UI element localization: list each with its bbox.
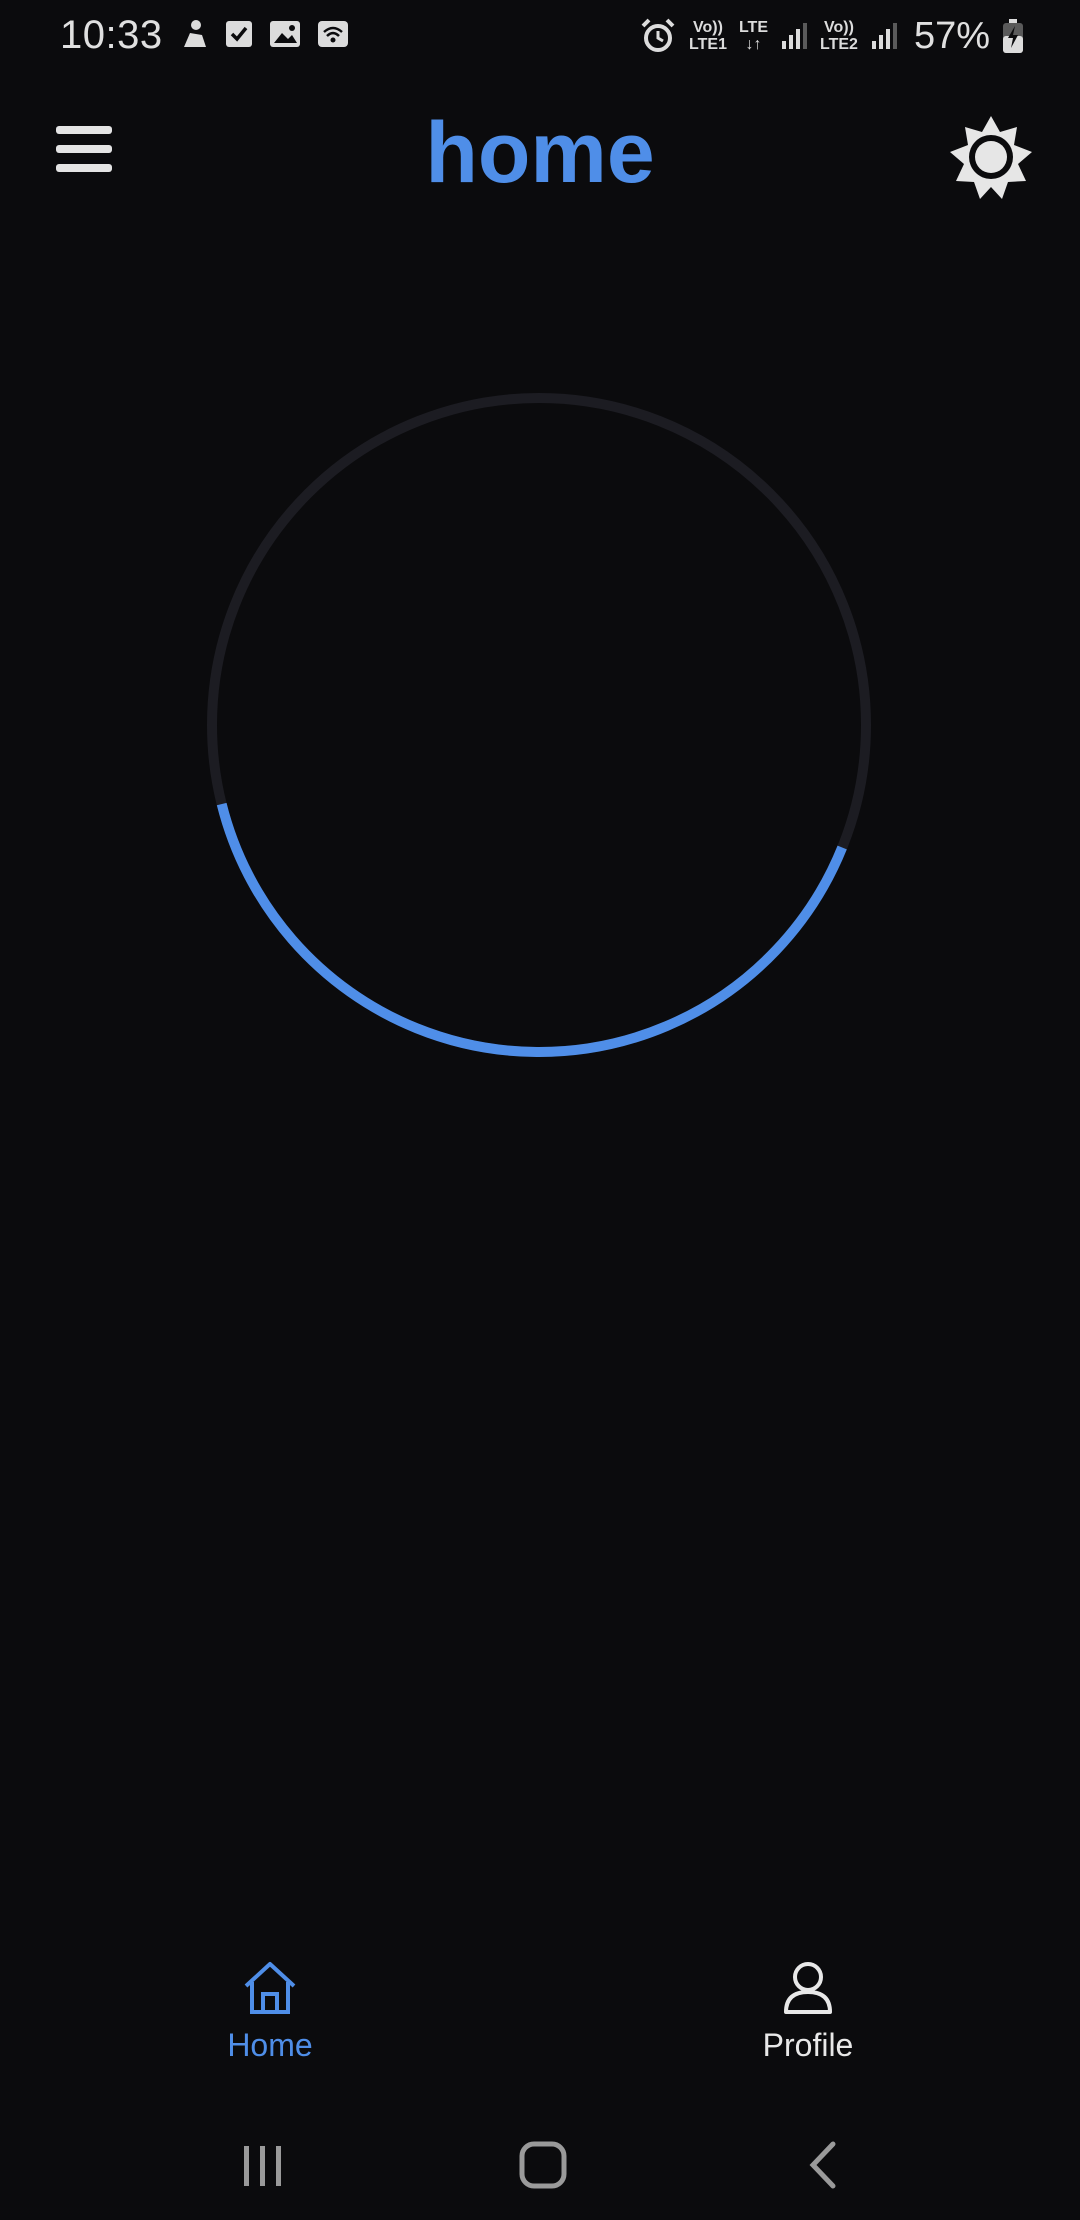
sun-theme-icon (950, 116, 1032, 199)
sim1-label: Vo)) LTE1 (689, 19, 727, 53)
battery-charging-icon (1003, 19, 1023, 53)
status-bar: 10:33 Vo)) LTE1 LTE ↓↑ Vo)) LTE2 57% (0, 0, 1080, 70)
nav-item-home[interactable]: Home (160, 1960, 380, 2080)
recents-button[interactable] (222, 2130, 302, 2200)
notification-app-icon (184, 20, 206, 47)
image-icon (270, 21, 300, 47)
status-right: Vo)) LTE1 LTE ↓↑ Vo)) LTE2 57% (639, 12, 1024, 60)
status-left-icons (178, 14, 350, 54)
checkbox-icon (226, 21, 252, 47)
back-icon (809, 2141, 836, 2189)
bottom-navigation: Home Profile (0, 1960, 1080, 2080)
sim1-bottom: LTE1 (689, 36, 727, 53)
alarm-icon (641, 18, 675, 52)
home-button-icon (519, 2141, 567, 2189)
sim2-bottom: LTE2 (820, 36, 858, 53)
lte-top: LTE (738, 19, 768, 36)
progress-ring (204, 390, 874, 1060)
app-screen: 10:33 Vo)) LTE1 LTE ↓↑ Vo)) LTE2 57% hom… (0, 0, 1080, 2220)
nav-label-home: Home (227, 2027, 313, 2063)
progress-ring-graphic (206, 392, 871, 1057)
page-title: home (425, 105, 655, 201)
profile-icon (784, 1962, 832, 2014)
recents-icon (244, 2146, 281, 2186)
back-button[interactable] (785, 2130, 865, 2200)
home-icon (244, 1962, 296, 2014)
nav-label-profile: Profile (762, 2027, 854, 2063)
signal-strength-icon (871, 23, 897, 49)
lte-arrows: ↓↑ (745, 36, 762, 53)
sim2-label: Vo)) LTE2 (820, 19, 858, 53)
status-time: 10:33 (60, 13, 163, 57)
system-home-button[interactable] (503, 2130, 583, 2200)
signal-strength-icon (782, 23, 807, 49)
theme-toggle-button[interactable] (946, 112, 1036, 202)
nav-item-profile[interactable]: Profile (698, 1960, 918, 2080)
battery-percentage: 57% (913, 15, 990, 57)
sim2-top: Vo)) (824, 19, 854, 36)
system-navigation-bar (0, 2110, 1080, 2220)
wifi-hotspot-icon (318, 21, 348, 47)
lte-label: LTE ↓↑ (739, 19, 768, 53)
sim1-top: Vo)) (693, 19, 723, 36)
